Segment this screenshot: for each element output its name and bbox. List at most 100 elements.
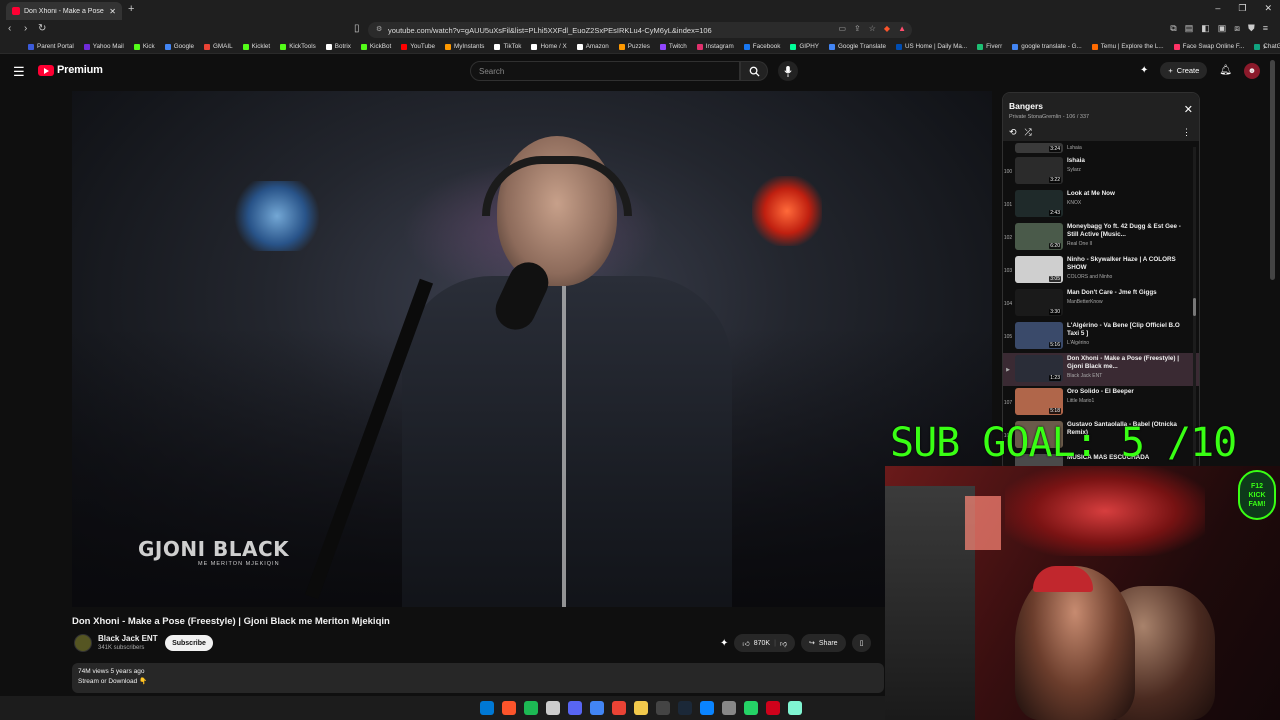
bookmark-item[interactable]: Face Swap Online F... [1173,43,1244,50]
sidebar-icon[interactable]: ◧ [1201,23,1210,34]
clip-icon[interactable]: ✦ [720,638,728,649]
bookmark-item[interactable]: Amazon [576,43,609,50]
playlist-item[interactable]: 104 3:30 Man Don't Care - Jme ft Giggs ManB… [1003,287,1199,320]
chrome-icon[interactable] [590,701,604,715]
files-icon[interactable] [634,701,648,715]
bookmark-item[interactable]: KickTools [280,43,316,50]
bookmark-item[interactable]: Fiverr [977,43,1002,50]
loop-icon[interactable]: ⟲ [1009,127,1017,138]
brave-rewards-icon[interactable]: ▲ [898,24,906,33]
bookmark-item[interactable]: Instagram [696,43,734,50]
back-icon[interactable]: ‹ [8,23,11,34]
maps-icon[interactable] [612,701,626,715]
shuffle-icon[interactable]: ⤮ [1025,127,1032,138]
dislike-button[interactable]: 👎︎ [780,639,787,648]
brave-icon[interactable] [502,701,516,715]
playlist-item[interactable]: ▶ 1:23 Don Xhoni - Make a Pose (Freestyle)… [1003,353,1199,386]
cast-icon[interactable]: ▭ [838,24,846,33]
playlist-item[interactable]: 3:24 Lshaia [1003,141,1199,155]
reading-list-icon[interactable]: ▤ [1185,23,1194,34]
account-avatar[interactable]: ☻ [1244,62,1260,79]
video-player[interactable]: GJONI BLACK ME MERITON MJEKIQIN [72,91,992,607]
bookmark-item[interactable]: Yahoo Mail [83,43,124,50]
voice-search-button[interactable] [778,61,798,81]
bookmark-item[interactable]: GIPHY [790,43,819,50]
extension-icon[interactable]: ⧉ [1170,23,1176,34]
whatsapp-icon[interactable] [744,701,758,715]
windows-icon[interactable] [480,701,494,715]
channel-avatar[interactable] [74,634,92,652]
share-page-icon[interactable]: ⇪ [854,24,861,33]
bookmark-item[interactable]: GMAIL [204,43,233,50]
bookmark-item[interactable]: MyInstants [445,43,484,50]
notifications-bell-icon[interactable]: 🔔︎ [1219,65,1232,76]
vpn-icon[interactable]: ⛊ [1248,23,1255,34]
forward-icon[interactable]: › [24,23,27,34]
new-tab-icon[interactable]: + [128,3,134,15]
cast-device-icon[interactable]: ✦ [1140,65,1148,76]
video-description[interactable]: 74M views 5 years ago Stream or Download… [72,663,884,693]
playlist-more-icon[interactable]: ⋮ [1182,127,1191,138]
calendar-icon[interactable] [546,701,560,715]
search-input[interactable]: Search [470,61,740,81]
playlist-item[interactable]: 105 5:16 L'Algérino - Va Bene [Clip Offici… [1003,320,1199,353]
spotify-icon[interactable] [524,701,538,715]
hamburger-menu-icon[interactable]: ☰ [13,64,25,80]
bookmark-item[interactable]: google translate - G... [1012,43,1082,50]
location-icon[interactable] [766,701,780,715]
page-scrollbar[interactable] [1270,60,1275,280]
bookmark-item[interactable]: KickBot [360,43,391,50]
settings-icon[interactable] [722,701,736,715]
bookmark-item[interactable]: Facebook [743,43,780,50]
bookmark-item[interactable]: Temu | Explore the L... [1091,43,1164,50]
playlist-item[interactable]: 107 5:18 Oro Solido - El Beeper Little Mari… [1003,386,1199,419]
wallet-icon[interactable]: ⧈ [1234,23,1240,34]
star-icon[interactable]: ☆ [869,24,876,33]
browser-menu-icon[interactable]: ≡ [1263,23,1268,34]
bookmark-item[interactable]: Kicklet [242,43,270,50]
bookmark-item[interactable]: YouTube [401,43,435,50]
bookmark-item[interactable]: Google [164,43,194,50]
discord-icon[interactable] [568,701,582,715]
tab-search-icon[interactable]: ▣ [1218,23,1227,34]
maximize-icon[interactable]: ❐ [1238,3,1246,14]
minimize-icon[interactable]: – [1215,3,1220,14]
bookmark-item[interactable]: Parent Portal [28,43,74,50]
reload-icon[interactable]: ↻ [38,23,46,34]
playlist-title[interactable]: Bangers [1009,101,1043,111]
streamlabs-icon[interactable] [788,701,802,715]
site-info-icon[interactable]: ⚙ [376,25,382,33]
search-button[interactable] [740,61,768,81]
bookmark-item[interactable]: Google Translate [828,43,886,50]
playlist-item[interactable]: 100 3:22 Ishaia Sylarz [1003,155,1199,188]
close-playlist-icon[interactable]: ✕ [1184,103,1193,116]
steam-icon[interactable] [678,701,692,715]
playlist-scroll-thumb[interactable] [1193,298,1196,316]
photos-icon[interactable] [700,701,714,715]
brave-shield-icon[interactable]: ◆ [884,24,890,33]
bookmark-item[interactable]: Home / X [531,43,567,50]
more-bookmarks-icon[interactable]: › [1263,41,1266,51]
bookmark-item[interactable]: US Home | Daily Ma... [895,43,967,50]
close-tab-icon[interactable]: ✕ [109,7,116,16]
bookmark-item[interactable]: ChatGPT [1254,43,1280,50]
address-bar[interactable]: ⚙ youtube.com/watch?v=gAUU5uXsFil&list=P… [368,22,912,38]
like-button[interactable]: 👍︎ 870K [742,639,770,648]
close-window-icon[interactable]: ✕ [1264,3,1272,14]
create-button[interactable]: + Create [1160,62,1208,79]
bookmark-item[interactable]: Botrix [325,43,351,50]
share-button[interactable]: ↪ Share [801,634,846,652]
playlist-item[interactable]: 102 6:20 Moneybagg Yo ft. 42 Dugg & Est Ge… [1003,221,1199,254]
playlist-item[interactable]: 103 3:05 Ninho - Skywalker Haze | A COLORS… [1003,254,1199,287]
channel-name[interactable]: Black Jack ENT [98,634,158,643]
bookmark-item[interactable]: TikTok [494,43,521,50]
playlist-item[interactable]: 101 2:43 Look at Me Now KNOX [1003,188,1199,221]
youtube-premium-logo[interactable]: Premium [38,64,103,76]
bookmark-icon[interactable]: ▯ [354,23,360,34]
bookmark-item[interactable]: Twitch [659,43,687,50]
bookmark-item[interactable]: Kick [133,43,155,50]
bookmark-item[interactable]: Puzzles [618,43,650,50]
save-button[interactable]: ▯ [851,634,872,652]
subscribe-button[interactable]: Subscribe [165,635,213,651]
browser-tab-active[interactable]: Don Xhoni - Make a Pose (Fr... ✕ [6,2,122,20]
